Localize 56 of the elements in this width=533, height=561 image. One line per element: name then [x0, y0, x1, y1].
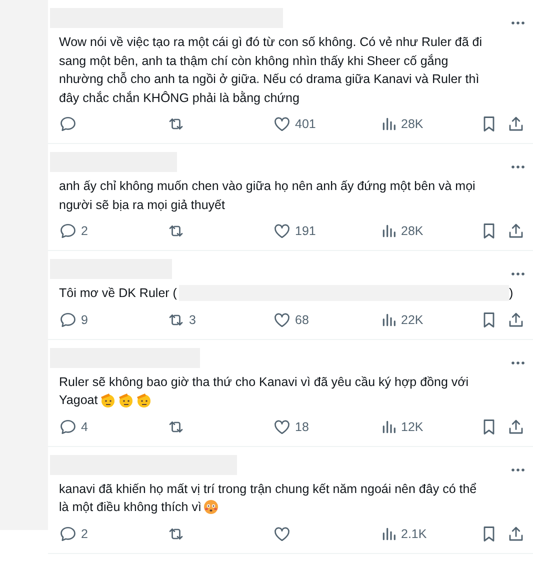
reply-text: Ruler sẽ không bao giờ tha thứ cho Kanavi vì đã yêu cầu ký hợp đồng với: [59, 374, 469, 391]
heart-icon[interactable]: [273, 222, 291, 240]
view-count: 28K: [401, 224, 424, 238]
bar-chart-icon[interactable]: [381, 526, 397, 542]
share-icon[interactable]: [507, 524, 525, 542]
heart-icon[interactable]: [273, 418, 291, 436]
bar-chart-icon[interactable]: [381, 312, 397, 328]
saluting-face-icon: [100, 392, 116, 408]
share-icon[interactable]: [507, 418, 525, 436]
view-count: 28K: [401, 117, 424, 131]
reply-text: Tôi mơ về DK Ruler (: [59, 285, 177, 302]
flushed-face-icon: [203, 499, 220, 516]
bar-chart-icon[interactable]: [381, 418, 397, 434]
heart-icon[interactable]: [273, 310, 291, 328]
bookmark-icon[interactable]: [481, 310, 497, 328]
reply-text: kanavi đã khiến họ mất vị trí trong trận chung kết năm ngoái nên đây có thể: [59, 480, 477, 498]
reply-count: 9: [81, 312, 88, 326]
reply-text: là một điều không thích vì: [59, 499, 202, 516]
share-icon[interactable]: [507, 222, 525, 240]
repost-count: 3: [189, 312, 196, 326]
more-icon[interactable]: [511, 21, 525, 25]
view-count: 22K: [401, 312, 424, 326]
view-count: 12K: [401, 420, 424, 434]
like-count: 18: [295, 420, 309, 434]
saluting-face-icon: [136, 392, 152, 408]
heart-icon[interactable]: [273, 524, 291, 542]
more-icon[interactable]: [511, 165, 525, 169]
reply-count: 2: [81, 224, 88, 238]
reply-icon[interactable]: [59, 418, 77, 436]
reply-icon[interactable]: [59, 222, 77, 240]
bar-chart-icon[interactable]: [381, 223, 397, 239]
reply-count: 2: [81, 526, 88, 540]
reply-icon[interactable]: [59, 524, 77, 542]
share-icon[interactable]: [507, 115, 525, 133]
heart-icon[interactable]: [273, 115, 291, 133]
bookmark-icon[interactable]: [481, 222, 497, 240]
like-count: 191: [295, 224, 316, 238]
reply-text: Yagoat: [59, 392, 98, 409]
share-icon[interactable]: [507, 310, 525, 328]
more-icon[interactable]: [511, 468, 525, 472]
like-count: 68: [295, 312, 309, 326]
more-icon[interactable]: [511, 272, 525, 276]
reply-text: anh ấy chỉ không muốn chen vào giữa họ nên anh ấy đứng một bên và mọi người sẽ bịa ra mọi giả thuyết: [59, 178, 476, 214]
saluting-face-icon: [118, 392, 134, 408]
reply-icon[interactable]: [59, 115, 77, 133]
more-icon[interactable]: [511, 360, 525, 364]
bookmark-icon[interactable]: [481, 418, 497, 436]
bar-chart-icon[interactable]: [381, 116, 397, 132]
like-count: 401: [295, 117, 316, 131]
bookmark-icon[interactable]: [481, 115, 497, 133]
reply-text: ): [508, 285, 514, 302]
reply-count: 4: [81, 420, 88, 434]
bookmark-icon[interactable]: [481, 524, 497, 542]
view-count: 2.1K: [401, 526, 427, 540]
reply-text: Wow nói về việc tạo ra một cái gì đó từ con số không. Có vẻ như Ruler đã đi sang một bên, anh ta thậm chí còn không nhìn thấy khi Sheer cố gắng nhường chỗ cho anh ta ngồi ở giữa. Nếu có drama giữa Kanavi và Ruler thì đây chắc chắn KHÔNG phải là bằng chứng: [59, 34, 483, 107]
reply-icon[interactable]: [59, 310, 77, 328]
